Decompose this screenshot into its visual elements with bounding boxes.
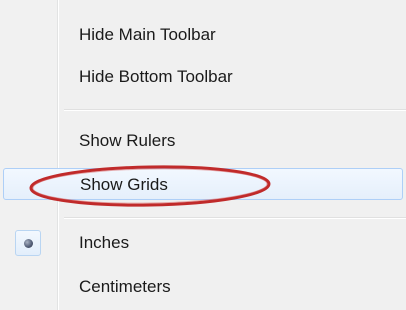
menu-separator	[64, 217, 406, 219]
menu-item-centimeters[interactable]: Centimeters	[0, 270, 406, 304]
menu-item-label: Show Rulers	[79, 131, 176, 150]
context-menu: Hide Main Toolbar Hide Bottom Toolbar Sh…	[0, 0, 406, 310]
menu-separator	[64, 109, 406, 111]
menu-item-inches[interactable]: Inches	[0, 226, 406, 260]
menu-item-hide-bottom-toolbar[interactable]: Hide Bottom Toolbar	[0, 60, 406, 94]
menu-item-label: Inches	[79, 233, 130, 252]
menu-item-hide-main-toolbar[interactable]: Hide Main Toolbar	[0, 18, 406, 52]
menu-item-label: Centimeters	[79, 277, 171, 296]
radio-dot-icon	[24, 239, 33, 248]
menu-item-label: Hide Main Toolbar	[79, 25, 216, 44]
menu-item-label: Hide Bottom Toolbar	[79, 67, 233, 86]
radio-selected-indicator	[15, 230, 41, 256]
menu-item-show-grids[interactable]: Show Grids	[3, 168, 403, 200]
menu-item-label: Show Grids	[80, 175, 168, 194]
menu-item-show-rulers[interactable]: Show Rulers	[0, 124, 406, 158]
